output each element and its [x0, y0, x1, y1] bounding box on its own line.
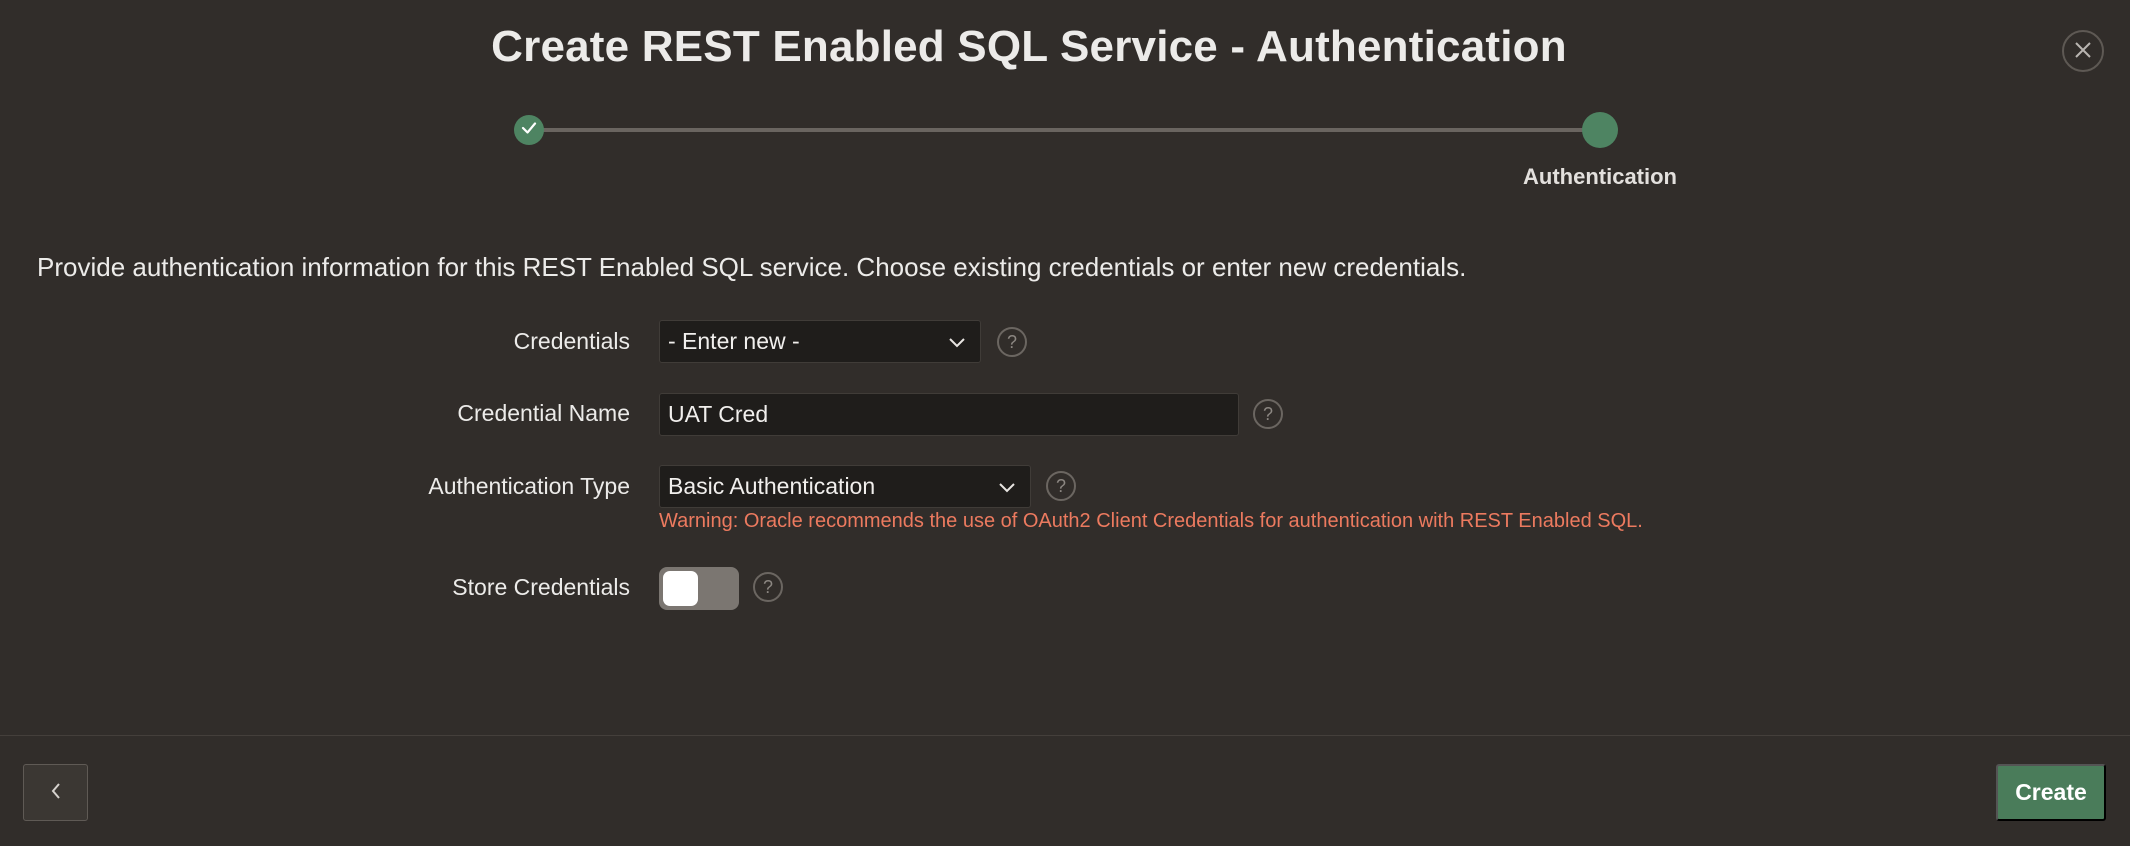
auth-type-select[interactable]: Basic Authentication — [659, 465, 1031, 508]
dialog-title: Create REST Enabled SQL Service - Authen… — [491, 22, 1567, 71]
auth-type-value: Basic Authentication — [668, 473, 876, 499]
step-label-authentication: Authentication — [1523, 164, 1677, 189]
close-icon — [2073, 40, 2093, 63]
previous-button[interactable] — [23, 764, 88, 821]
step-complete — [514, 115, 544, 145]
auth-type-help-icon[interactable]: ? — [1046, 471, 1076, 501]
check-icon — [520, 119, 538, 142]
chevron-left-icon — [50, 782, 62, 803]
dialog: Create REST Enabled SQL Service - Authen… — [0, 0, 2130, 846]
instructions-text: Provide authentication information for t… — [37, 252, 1467, 282]
progress-track — [530, 128, 1600, 132]
store-credentials-toggle[interactable] — [659, 567, 739, 610]
credential-name-help-icon[interactable]: ? — [1253, 399, 1283, 429]
credentials-select[interactable]: - Enter new - — [659, 320, 981, 363]
step-current — [1582, 112, 1618, 148]
credentials-label: Credentials — [513, 328, 630, 354]
create-button[interactable]: Create — [1996, 764, 2106, 821]
credentials-help-icon[interactable]: ? — [997, 327, 1027, 357]
auth-type-warning: Warning: Oracle recommends the use of OA… — [659, 510, 1643, 532]
store-credentials-label: Store Credentials — [452, 574, 630, 600]
footer-divider — [0, 735, 2130, 736]
credential-name-value: UAT Cred — [668, 401, 769, 427]
close-button[interactable] — [2062, 30, 2104, 72]
chevron-down-icon — [998, 473, 1016, 500]
auth-type-label: Authentication Type — [428, 473, 630, 499]
toggle-knob — [663, 571, 698, 606]
credential-name-input[interactable]: UAT Cred — [659, 393, 1239, 436]
store-credentials-help-icon[interactable]: ? — [753, 572, 783, 602]
chevron-down-icon — [948, 328, 966, 355]
credentials-value: - Enter new - — [668, 328, 800, 354]
credential-name-label: Credential Name — [457, 400, 630, 426]
